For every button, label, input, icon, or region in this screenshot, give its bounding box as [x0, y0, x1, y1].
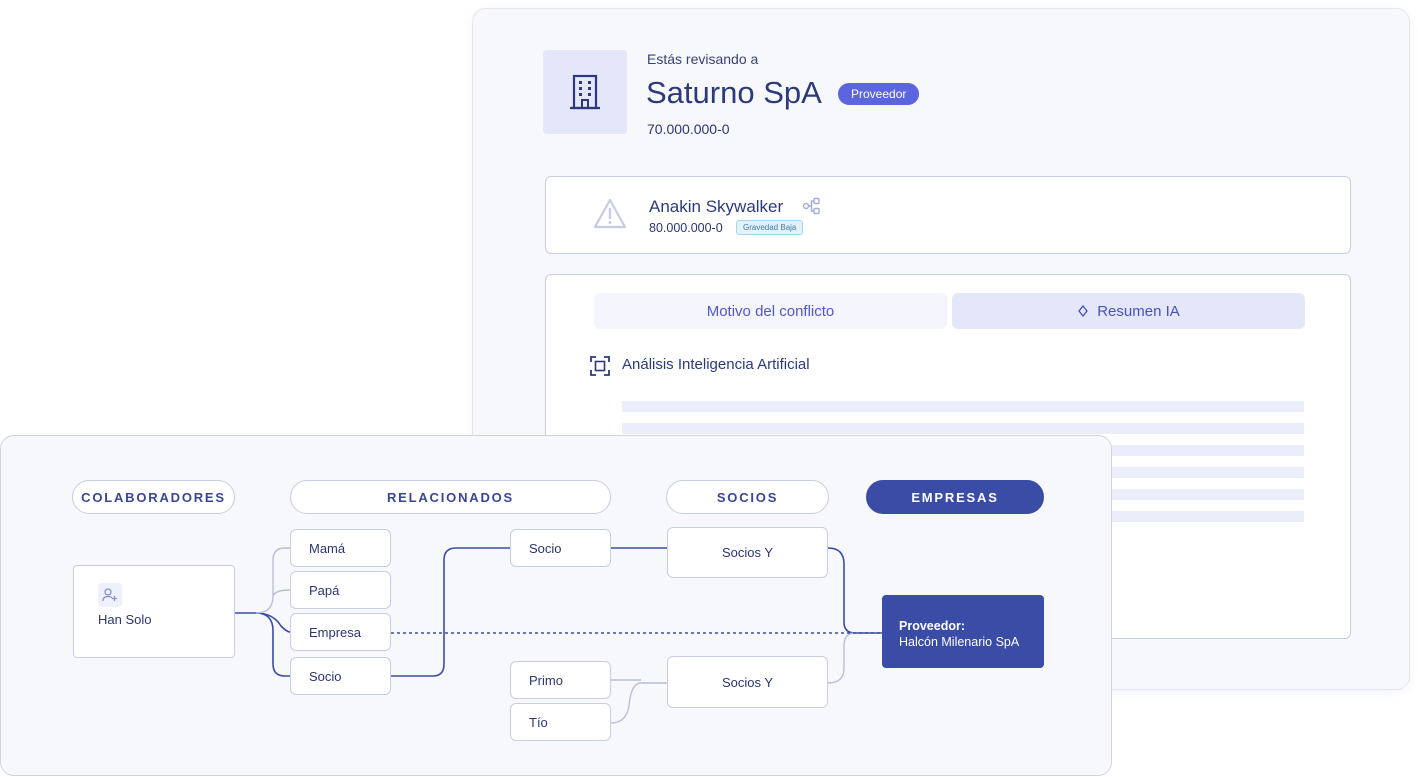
tab-resumen-ia[interactable]: Resumen IA — [952, 293, 1305, 329]
relations-graph-panel: COLABORADORES RELACIONADOS SOCIOS EMPRES… — [0, 435, 1112, 776]
column-empresas[interactable]: EMPRESAS — [866, 480, 1044, 514]
provider-company-node[interactable]: Proveedor: Halcón Milenario SpA — [882, 595, 1044, 668]
alert-person-rut: 80.000.000-0 — [649, 221, 723, 235]
partners-group-top[interactable]: Socios Y — [667, 527, 828, 578]
company-avatar — [543, 50, 627, 134]
tab-label: Motivo del conflicto — [706, 302, 835, 320]
related-node-papa[interactable]: Papá — [290, 571, 391, 609]
column-colaboradores[interactable]: COLABORADORES — [72, 480, 235, 514]
skeleton-line — [622, 423, 1304, 434]
scan-frame-icon — [590, 356, 610, 376]
analysis-title: Análisis Inteligencia Artificial — [622, 356, 810, 373]
tab-motivo-conflicto[interactable]: Motivo del conflicto — [594, 293, 947, 329]
partner-link-primo[interactable]: Primo — [510, 661, 611, 699]
provider-label: Proveedor: — [899, 619, 965, 633]
partner-link-socio[interactable]: Socio — [510, 529, 611, 567]
provider-company-name: Halcón Milenario SpA — [899, 635, 1020, 649]
tab-label: Resumen IA — [1097, 302, 1180, 320]
column-relacionados[interactable]: RELACIONADOS — [290, 480, 611, 514]
company-rut: 70.000.000-0 — [647, 121, 730, 137]
partners-group-bottom[interactable]: Socios Y — [667, 656, 828, 708]
severity-badge: Gravedad Baja — [736, 220, 804, 235]
conflict-alert-card[interactable]: Anakin Skywalker 80.000.000-0 Gravedad B… — [545, 176, 1351, 254]
alert-person-name[interactable]: Anakin Skywalker — [649, 197, 783, 217]
collaborator-node[interactable]: Han Solo — [73, 565, 235, 658]
add-user-icon — [98, 583, 122, 607]
related-node-socio[interactable]: Socio — [290, 657, 391, 695]
partner-link-tio[interactable]: Tío — [510, 703, 611, 741]
skeleton-line — [622, 401, 1304, 412]
provider-badge: Proveedor — [838, 83, 920, 105]
related-node-mama[interactable]: Mamá — [290, 529, 391, 567]
sparkle-icon — [1078, 305, 1089, 317]
building-icon — [570, 74, 600, 110]
reviewing-caption: Estás revisando a — [647, 51, 759, 67]
company-name: Saturno SpA — [646, 75, 822, 110]
column-socios[interactable]: SOCIOS — [666, 480, 829, 514]
collaborator-name: Han Solo — [98, 612, 152, 627]
warning-triangle-icon — [593, 198, 627, 229]
related-node-empresa[interactable]: Empresa — [290, 613, 391, 651]
relations-graph-icon[interactable] — [802, 197, 822, 215]
